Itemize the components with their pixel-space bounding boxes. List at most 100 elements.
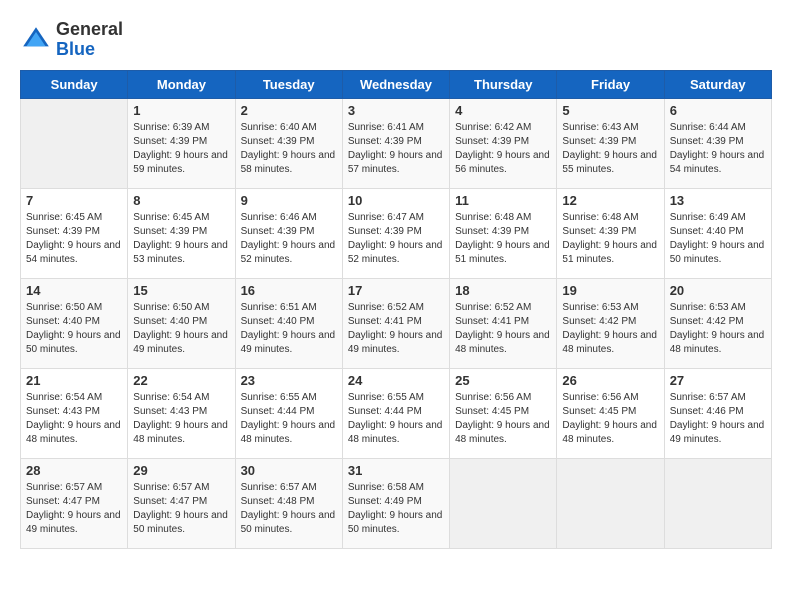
day-info: Sunrise: 6:47 AMSunset: 4:39 PMDaylight:… [348,211,444,267]
calendar-cell: 28 Sunrise: 6:57 AMSunset: 4:47 PMDayligh… [21,458,128,548]
day-info: Sunrise: 6:41 AMSunset: 4:39 PMDaylight:… [348,121,444,177]
calendar-body: 1 Sunrise: 6:39 AMSunset: 4:39 PMDaylight… [21,98,772,548]
day-number: 26 [562,373,658,388]
day-number: 16 [241,283,337,298]
day-info: Sunrise: 6:57 AMSunset: 4:46 PMDaylight:… [670,391,766,447]
calendar-cell: 15Sunrise: 6:50 AMSunset: 4:40 PMDayligh… [128,278,235,368]
day-number: 21 [26,373,122,388]
day-number: 30 [241,463,337,478]
calendar-cell: 16 Sunrise: 6:51 AMSunset: 4:40 PMDayligh… [235,278,342,368]
calendar-cell: 13Sunrise: 6:49 AMSunset: 4:40 PMDayligh… [664,188,771,278]
weekday-header: Tuesday [235,70,342,98]
day-number: 14 [26,283,122,298]
day-info: Sunrise: 6:45 AMSunset: 4:39 PMDaylight:… [26,211,122,267]
day-number: 9 [241,193,337,208]
logo-icon [20,24,52,56]
calendar-cell: 8Sunrise: 6:45 AMSunset: 4:39 PMDaylight… [128,188,235,278]
day-info: Sunrise: 6:54 AMSunset: 4:43 PMDaylight:… [26,391,122,447]
calendar-cell: 30 Sunrise: 6:57 AMSunset: 4:48 PMDayligh… [235,458,342,548]
calendar-cell [450,458,557,548]
calendar-cell: 18Sunrise: 6:52 AMSunset: 4:41 PMDayligh… [450,278,557,368]
calendar-cell: 22Sunrise: 6:54 AMSunset: 4:43 PMDayligh… [128,368,235,458]
day-info: Sunrise: 6:56 AMSunset: 4:45 PMDaylight:… [562,391,658,447]
day-info: Sunrise: 6:48 AMSunset: 4:39 PMDaylight:… [562,211,658,267]
day-number: 10 [348,193,444,208]
day-info: Sunrise: 6:55 AMSunset: 4:44 PMDaylight:… [348,391,444,447]
weekday-header: Friday [557,70,664,98]
day-info: Sunrise: 6:58 AMSunset: 4:49 PMDaylight:… [348,481,444,537]
day-number: 3 [348,103,444,118]
day-info: Sunrise: 6:50 AMSunset: 4:40 PMDaylight:… [26,301,122,357]
day-number: 19 [562,283,658,298]
day-info: Sunrise: 6:54 AMSunset: 4:43 PMDaylight:… [133,391,229,447]
weekday-header: Sunday [21,70,128,98]
weekday-header: Wednesday [342,70,449,98]
calendar-table: SundayMondayTuesdayWednesdayThursdayFrid… [20,70,772,549]
calendar-week-row: 1 Sunrise: 6:39 AMSunset: 4:39 PMDaylight… [21,98,772,188]
page-header: General Blue [20,20,772,60]
day-number: 27 [670,373,766,388]
calendar-cell: 7 Sunrise: 6:45 AMSunset: 4:39 PMDaylight… [21,188,128,278]
day-number: 20 [670,283,766,298]
calendar-week-row: 21 Sunrise: 6:54 AMSunset: 4:43 PMDayligh… [21,368,772,458]
day-number: 25 [455,373,551,388]
day-info: Sunrise: 6:49 AMSunset: 4:40 PMDaylight:… [670,211,766,267]
day-info: Sunrise: 6:57 AMSunset: 4:48 PMDaylight:… [241,481,337,537]
day-number: 12 [562,193,658,208]
day-number: 28 [26,463,122,478]
day-info: Sunrise: 6:55 AMSunset: 4:44 PMDaylight:… [241,391,337,447]
calendar-cell: 1 Sunrise: 6:39 AMSunset: 4:39 PMDaylight… [128,98,235,188]
day-number: 17 [348,283,444,298]
calendar-cell: 25 Sunrise: 6:56 AMSunset: 4:45 PMDayligh… [450,368,557,458]
day-info: Sunrise: 6:52 AMSunset: 4:41 PMDaylight:… [348,301,444,357]
calendar-cell: 20Sunrise: 6:53 AMSunset: 4:42 PMDayligh… [664,278,771,368]
day-number: 1 [133,103,229,118]
calendar-cell: 9Sunrise: 6:46 AMSunset: 4:39 PMDaylight… [235,188,342,278]
day-info: Sunrise: 6:40 AMSunset: 4:39 PMDaylight:… [241,121,337,177]
day-number: 23 [241,373,337,388]
day-number: 31 [348,463,444,478]
day-info: Sunrise: 6:44 AMSunset: 4:39 PMDaylight:… [670,121,766,177]
logo-text: General Blue [56,20,123,60]
day-info: Sunrise: 6:42 AMSunset: 4:39 PMDaylight:… [455,121,551,177]
day-number: 15 [133,283,229,298]
calendar-cell: 24 Sunrise: 6:55 AMSunset: 4:44 PMDayligh… [342,368,449,458]
calendar-cell: 27 Sunrise: 6:57 AMSunset: 4:46 PMDayligh… [664,368,771,458]
day-number: 2 [241,103,337,118]
calendar-week-row: 7 Sunrise: 6:45 AMSunset: 4:39 PMDaylight… [21,188,772,278]
day-number: 29 [133,463,229,478]
day-info: Sunrise: 6:57 AMSunset: 4:47 PMDaylight:… [26,481,122,537]
day-number: 11 [455,193,551,208]
calendar-cell: 4 Sunrise: 6:42 AMSunset: 4:39 PMDaylight… [450,98,557,188]
weekday-row: SundayMondayTuesdayWednesdayThursdayFrid… [21,70,772,98]
calendar-cell: 12 Sunrise: 6:48 AMSunset: 4:39 PMDayligh… [557,188,664,278]
calendar-cell: 21 Sunrise: 6:54 AMSunset: 4:43 PMDayligh… [21,368,128,458]
day-info: Sunrise: 6:45 AMSunset: 4:39 PMDaylight:… [133,211,229,267]
calendar-cell: 6Sunrise: 6:44 AMSunset: 4:39 PMDaylight… [664,98,771,188]
calendar-cell: 11 Sunrise: 6:48 AMSunset: 4:39 PMDayligh… [450,188,557,278]
calendar-cell: 26 Sunrise: 6:56 AMSunset: 4:45 PMDayligh… [557,368,664,458]
calendar-cell: 19Sunrise: 6:53 AMSunset: 4:42 PMDayligh… [557,278,664,368]
calendar-cell: 23 Sunrise: 6:55 AMSunset: 4:44 PMDayligh… [235,368,342,458]
day-number: 24 [348,373,444,388]
day-number: 4 [455,103,551,118]
calendar-cell: 14 Sunrise: 6:50 AMSunset: 4:40 PMDayligh… [21,278,128,368]
calendar-week-row: 14 Sunrise: 6:50 AMSunset: 4:40 PMDayligh… [21,278,772,368]
calendar-cell: 29 Sunrise: 6:57 AMSunset: 4:47 PMDayligh… [128,458,235,548]
day-info: Sunrise: 6:43 AMSunset: 4:39 PMDaylight:… [562,121,658,177]
day-info: Sunrise: 6:48 AMSunset: 4:39 PMDaylight:… [455,211,551,267]
calendar-week-row: 28 Sunrise: 6:57 AMSunset: 4:47 PMDayligh… [21,458,772,548]
calendar-cell [664,458,771,548]
day-info: Sunrise: 6:57 AMSunset: 4:47 PMDaylight:… [133,481,229,537]
day-number: 7 [26,193,122,208]
weekday-header: Monday [128,70,235,98]
calendar-cell: 2 Sunrise: 6:40 AMSunset: 4:39 PMDaylight… [235,98,342,188]
day-info: Sunrise: 6:39 AMSunset: 4:39 PMDaylight:… [133,121,229,177]
day-number: 18 [455,283,551,298]
calendar-cell: 31 Sunrise: 6:58 AMSunset: 4:49 PMDayligh… [342,458,449,548]
day-info: Sunrise: 6:56 AMSunset: 4:45 PMDaylight:… [455,391,551,447]
calendar-cell: 5Sunrise: 6:43 AMSunset: 4:39 PMDaylight… [557,98,664,188]
weekday-header: Thursday [450,70,557,98]
calendar-cell [21,98,128,188]
day-info: Sunrise: 6:51 AMSunset: 4:40 PMDaylight:… [241,301,337,357]
